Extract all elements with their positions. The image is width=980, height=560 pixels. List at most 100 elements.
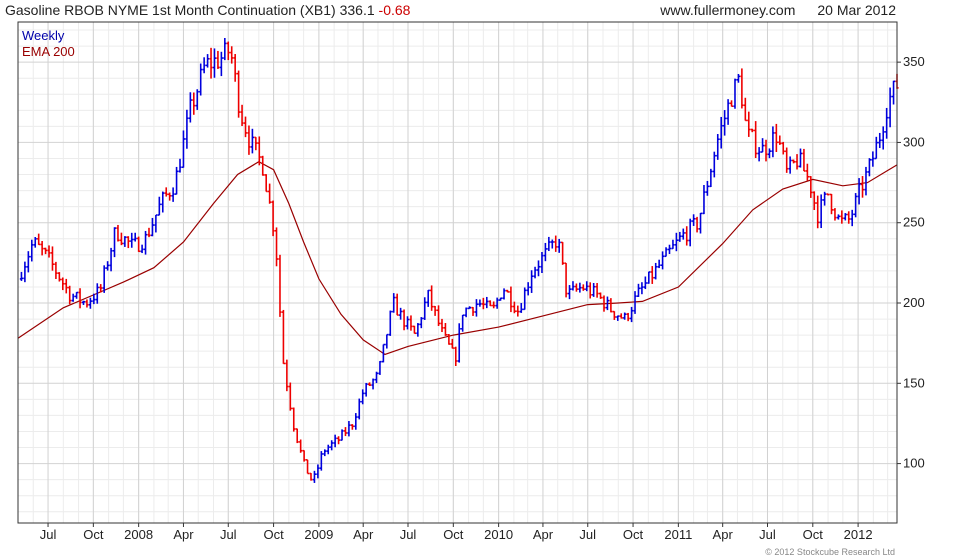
weekly-bar (881, 126, 885, 150)
weekly-bar (202, 57, 206, 74)
weekly-bar (157, 196, 161, 216)
weekly-bar (550, 239, 554, 249)
x-tick-label: 2010 (484, 527, 513, 542)
weekly-bar (692, 214, 696, 226)
weekly-bar (361, 389, 365, 405)
weekly-bar (264, 174, 268, 193)
weekly-bar (312, 470, 317, 483)
weekly-bar (216, 50, 220, 69)
weekly-bar (564, 262, 568, 298)
weekly-bar (254, 136, 258, 151)
weekly-bar (854, 193, 858, 218)
weekly-bar (219, 51, 223, 77)
weekly-bar (302, 449, 306, 462)
weekly-bar (130, 232, 134, 248)
weekly-bar (802, 148, 806, 172)
weekly-bar (685, 226, 689, 246)
x-tick-label: Apr (713, 527, 734, 542)
weekly-bar (461, 314, 465, 332)
weekly-bar (581, 284, 585, 291)
x-tick-label: Oct (263, 527, 284, 542)
weekly-bar (292, 407, 296, 432)
weekly-bar (323, 449, 327, 457)
x-tick-label: Jul (400, 527, 417, 542)
weekly-bar (616, 315, 620, 321)
x-tick-label: 2011 (664, 527, 692, 542)
weekly-bar (188, 92, 192, 123)
chart-grid (18, 22, 897, 523)
weekly-bar (888, 87, 892, 128)
weekly-bar (161, 191, 165, 213)
x-tick-label: 2012 (844, 527, 873, 542)
weekly-bar (778, 135, 782, 145)
weekly-bar (295, 428, 299, 444)
weekly-bar (733, 78, 737, 109)
weekly-bar (178, 158, 182, 173)
weekly-bar (757, 147, 761, 162)
weekly-bar (305, 459, 310, 475)
weekly-bar (405, 316, 410, 330)
x-tick-label: 2008 (124, 527, 153, 542)
weekly-bar (378, 360, 382, 375)
weekly-bar (40, 240, 44, 256)
weekly-bar (436, 305, 441, 326)
weekly-bar (829, 193, 834, 215)
weekly-bar (474, 299, 479, 317)
weekly-bar (816, 195, 820, 229)
y-tick-label: 300 (903, 134, 925, 149)
weekly-bar (609, 298, 613, 313)
x-tick-label: Apr (533, 527, 554, 542)
weekly-bar (785, 147, 789, 173)
copyright-notice: © 2012 Stockcube Research Ltd (765, 547, 895, 557)
weekly-bar (657, 259, 661, 269)
weekly-bar (223, 37, 227, 61)
weekly-bar (871, 151, 875, 167)
axis-ticks: Jul Oct 2008 Apr Jul Oct 2009 Apr Jul Oct 2010 Apr J… (40, 54, 925, 542)
x-tick-label: Oct (803, 527, 824, 542)
weekly-bar (650, 266, 654, 284)
weekly-bar (395, 293, 399, 316)
weekly-bar (781, 141, 785, 155)
weekly-bar (61, 277, 65, 291)
weekly-bar (805, 163, 809, 181)
weekly-bar (502, 288, 506, 300)
weekly-bar (716, 134, 720, 160)
weekly-bar (112, 227, 117, 258)
weekly-bar (823, 191, 827, 206)
weekly-bar (481, 297, 485, 310)
weekly-bar (19, 271, 24, 281)
weekly-bar (388, 310, 392, 336)
weekly-bar (399, 307, 403, 320)
weekly-bar (698, 212, 703, 234)
weekly-bar (457, 323, 461, 363)
weekly-bar (330, 440, 334, 451)
weekly-bar (571, 281, 575, 291)
weekly-bar (530, 270, 534, 293)
weekly-bar (164, 187, 168, 197)
weekly-bar (430, 285, 434, 311)
weekly-bar (192, 92, 196, 115)
weekly-bar (336, 436, 341, 445)
y-tick-label: 100 (903, 456, 925, 471)
weekly-bar (64, 278, 68, 294)
weekly-bar (171, 187, 175, 202)
weekly-bar (299, 439, 303, 453)
weekly-bar (523, 287, 527, 311)
legend-weekly: Weekly (22, 28, 65, 43)
weekly-bar (533, 266, 537, 279)
weekly-bar (71, 293, 75, 302)
weekly-bar (498, 297, 503, 301)
weekly-bar (257, 136, 261, 166)
weekly-bar (454, 346, 458, 366)
y-tick-label: 150 (903, 375, 925, 390)
weekly-bar (574, 283, 579, 292)
weekly-bar (443, 323, 448, 336)
weekly-bar (357, 398, 361, 420)
weekly-bar (695, 216, 699, 233)
weekly-bar (595, 282, 599, 298)
x-tick-label: Jul (759, 527, 776, 542)
weekly-bar (750, 128, 754, 133)
weekly-bar (519, 303, 523, 313)
x-tick-label: Apr (353, 527, 374, 542)
weekly-bar (385, 333, 389, 349)
